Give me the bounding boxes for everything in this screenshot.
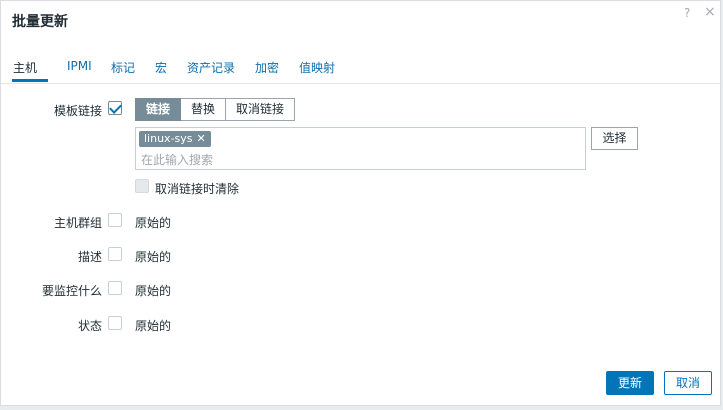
close-icon[interactable]: × — [704, 4, 716, 20]
description-label: 描述 — [77, 250, 102, 264]
replace-mode-button[interactable]: 替换 — [181, 98, 227, 121]
monitored-by-value: 原始的 — [135, 284, 172, 298]
status-label: 状态 — [77, 319, 102, 333]
template-link-mode-toggle: 链接 替换 取消链接 — [135, 98, 296, 121]
tab-inventory[interactable]: 资产记录 — [187, 59, 235, 76]
tab-value-mapping[interactable]: 值映射 — [299, 59, 335, 76]
description-checkbox[interactable] — [108, 247, 122, 261]
active-tab-indicator — [12, 79, 48, 82]
template-search-input[interactable]: 在此输入搜索 — [141, 151, 213, 168]
status-checkbox[interactable] — [108, 316, 122, 330]
description-value: 原始的 — [135, 250, 172, 264]
clear-on-unlink-label: 取消链接时清除 — [155, 182, 240, 196]
dialog-title: 批量更新 — [12, 14, 68, 30]
monitored-by-label: 要监控什么 — [41, 284, 102, 298]
remove-chip-icon[interactable]: ✕ — [197, 132, 206, 145]
host-groups-value: 原始的 — [135, 216, 172, 230]
template-link-checkbox[interactable] — [108, 101, 122, 115]
link-mode-button[interactable]: 链接 — [135, 98, 182, 121]
select-template-button[interactable]: 选择 — [591, 127, 638, 150]
status-value: 原始的 — [135, 319, 172, 333]
tab-ipmi[interactable]: IPMI — [67, 59, 92, 73]
tab-bar: 主机 IPMI 标记 宏 资产记录 加密 值映射 — [1, 51, 722, 84]
clear-on-unlink-checkbox[interactable] — [135, 179, 149, 193]
tab-encryption[interactable]: 加密 — [255, 59, 279, 76]
selected-template-chip: linux-sys ✕ — [139, 131, 211, 147]
tab-tags[interactable]: 标记 — [111, 59, 135, 76]
unlink-mode-button[interactable]: 取消链接 — [226, 98, 296, 121]
tab-macros[interactable]: 宏 — [155, 59, 167, 76]
template-link-label: 模板链接 — [53, 104, 102, 118]
tab-host[interactable]: 主机 — [13, 59, 37, 76]
template-multiselect[interactable]: linux-sys ✕ 在此输入搜索 — [135, 127, 586, 170]
help-icon[interactable]: ? — [684, 6, 690, 20]
monitored-by-checkbox[interactable] — [108, 281, 122, 295]
host-groups-checkbox[interactable] — [108, 213, 122, 227]
host-groups-label: 主机群组 — [53, 216, 102, 230]
update-button[interactable]: 更新 — [606, 371, 654, 395]
cancel-button[interactable]: 取消 — [664, 371, 712, 395]
chip-label: linux-sys — [144, 132, 193, 145]
mass-update-dialog: 批量更新 ? × 主机 IPMI 标记 宏 资产记录 加密 值映射 模板链接 链… — [0, 0, 722, 406]
